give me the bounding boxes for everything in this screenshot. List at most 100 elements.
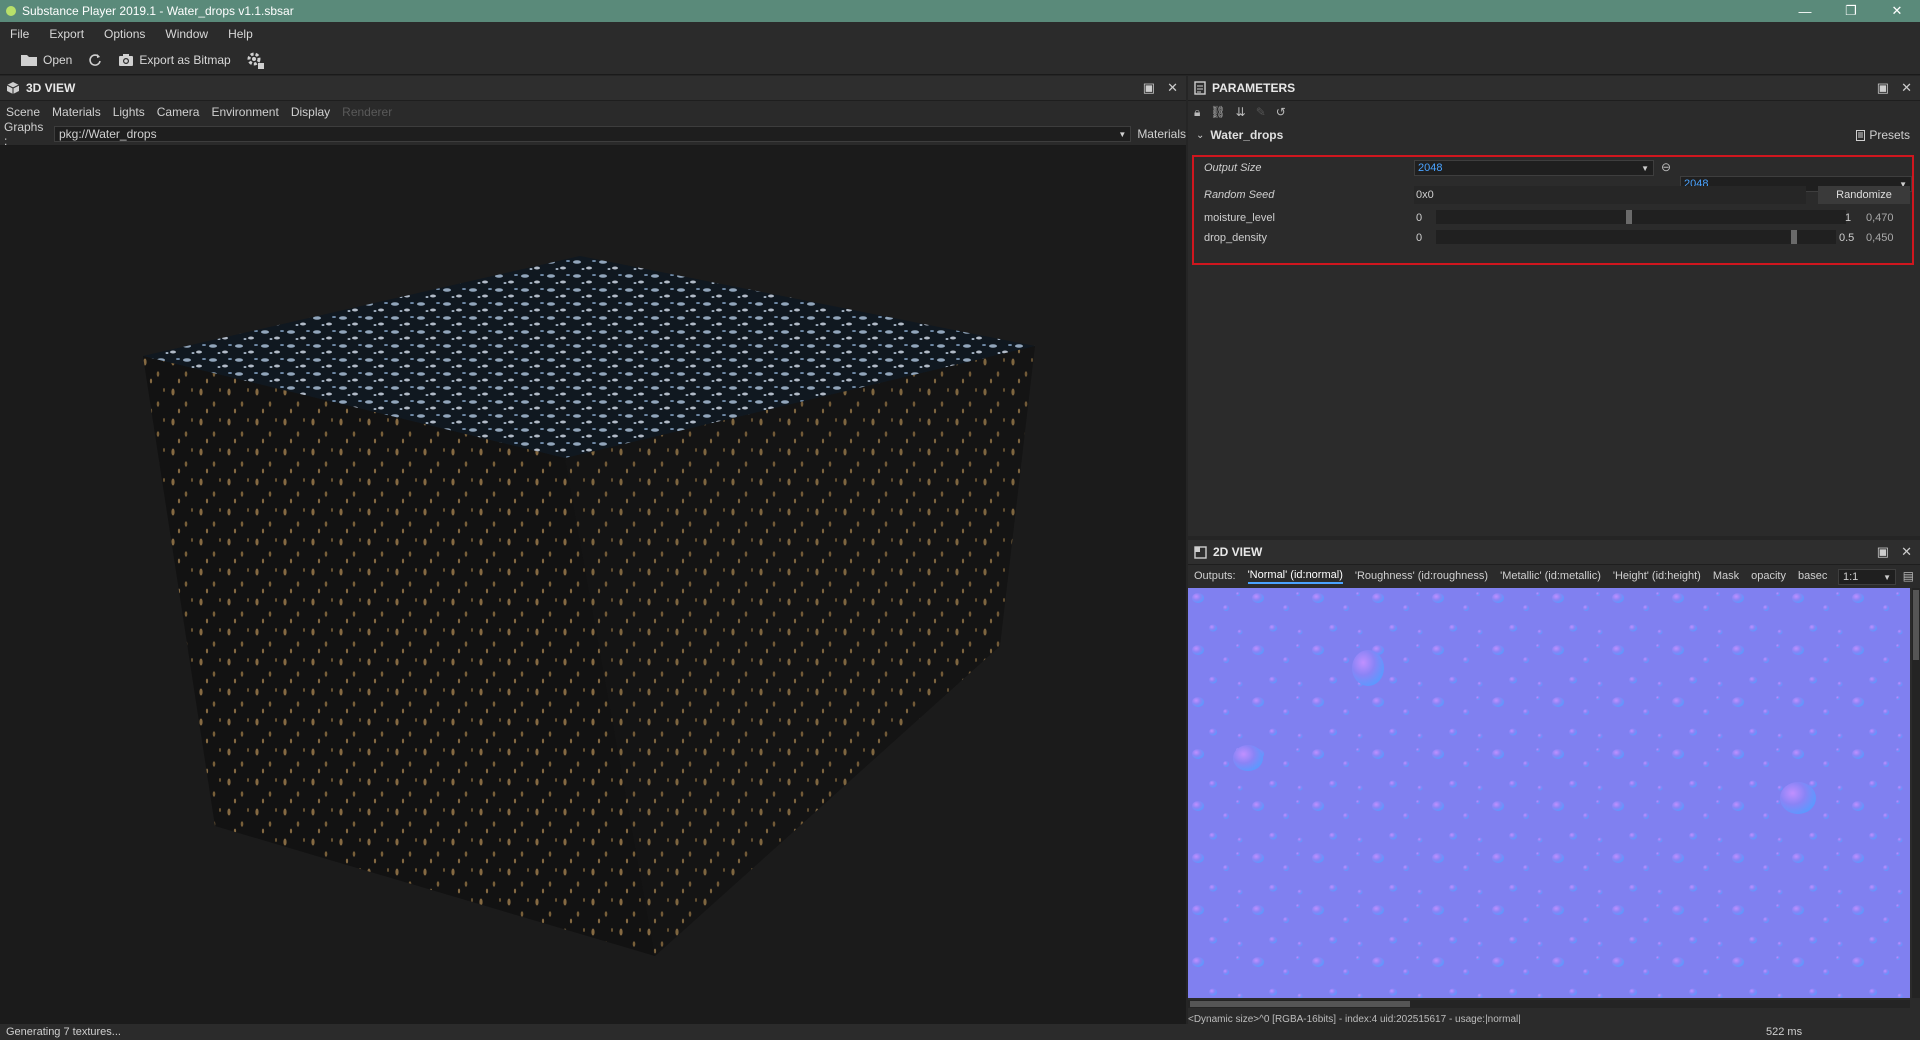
graphs-label: Graphs :: [4, 120, 44, 148]
2d-view-panel: 2D VIEW ▣ ✕ Outputs: 'Normal' (id:normal…: [1188, 540, 1920, 1025]
3d-view-header: 3D VIEW ▣ ✕: [0, 76, 1186, 101]
minimize-button[interactable]: —: [1782, 0, 1828, 22]
cube-icon: [6, 82, 20, 94]
tab-lights[interactable]: Lights: [113, 105, 145, 119]
slider-handle[interactable]: [1625, 210, 1632, 224]
reload-button[interactable]: [88, 53, 102, 67]
tab-renderer: Renderer: [342, 105, 393, 119]
zoom-value: 1:1: [1843, 571, 1859, 583]
tab-display[interactable]: Display: [291, 105, 330, 119]
2d-view-header: 2D VIEW ▣ ✕: [1188, 540, 1920, 565]
tab-output-metallic[interactable]: 'Metallic' (id:metallic): [1500, 570, 1601, 582]
drop-density-value[interactable]: 0,450: [1866, 232, 1894, 244]
float-panel-icon[interactable]: ▣: [1143, 80, 1155, 96]
output-width-select[interactable]: 2048 ▼: [1414, 160, 1654, 176]
random-seed-value: 0x0: [1416, 189, 1434, 201]
vertical-scrollbar[interactable]: [1912, 588, 1920, 998]
title-bar: Substance Player 2019.1 - Water_drops v1…: [0, 0, 1920, 22]
graph-select[interactable]: pkg://Water_drops ▼: [54, 126, 1132, 142]
camera-icon: [119, 54, 134, 66]
random-seed-label: Random Seed: [1204, 189, 1275, 201]
tab-environment[interactable]: Environment: [211, 105, 278, 119]
chevron-down-icon[interactable]: ⌄: [1196, 130, 1204, 141]
menu-window[interactable]: Window: [155, 27, 218, 41]
render-time: 522 ms: [1766, 1026, 1803, 1038]
maximize-button[interactable]: ❐: [1828, 0, 1874, 22]
lock-all-icon[interactable]: ⛓︎: [1210, 105, 1225, 119]
view-options-icon[interactable]: ▤: [1903, 569, 1914, 583]
3d-view-title: 3D VIEW: [26, 81, 76, 95]
close-icon[interactable]: ✕: [1167, 80, 1178, 96]
outputs-tabs: Outputs: 'Normal' (id:normal) 'Roughness…: [1188, 565, 1920, 587]
refresh-icon: [89, 54, 102, 66]
drop-density-min: 0: [1416, 232, 1423, 244]
moisture-level-row: moisture_level: [1204, 209, 1404, 227]
tab-output-height[interactable]: 'Height' (id:height): [1613, 570, 1701, 582]
tab-output-roughness[interactable]: 'Roughness' (id:roughness): [1355, 570, 1488, 582]
window-title: Substance Player 2019.1 - Water_drops v1…: [22, 4, 294, 18]
tab-output-mask[interactable]: Mask: [1713, 570, 1739, 582]
close-icon[interactable]: ✕: [1901, 80, 1912, 96]
outputs-label: Outputs:: [1194, 570, 1236, 582]
zoom-select[interactable]: 1:1 ▼: [1838, 569, 1896, 585]
tab-camera[interactable]: Camera: [157, 105, 200, 119]
close-icon[interactable]: ✕: [1901, 544, 1912, 560]
chevron-down-icon: ▼: [1118, 129, 1127, 139]
link-icon[interactable]: ⊖: [1661, 160, 1671, 174]
drop-density-slider[interactable]: [1436, 230, 1836, 244]
3d-viewport[interactable]: [0, 146, 1186, 1024]
parameters-icon-row: 🔒︎ ⛓︎ ⇊ ✎ ↺: [1188, 101, 1920, 123]
menu-help[interactable]: Help: [218, 27, 263, 41]
menu-bar: File Export Options Window Help: [0, 22, 1920, 46]
settings-button[interactable]: [245, 50, 265, 70]
parameters-header: PARAMETERS ▣ ✕: [1188, 76, 1920, 101]
2d-view-title: 2D VIEW: [1213, 545, 1263, 559]
tab-materials[interactable]: Materials: [52, 105, 101, 119]
moisture-level-label: moisture_level: [1204, 212, 1275, 224]
drop-density-row: drop_density: [1204, 229, 1404, 247]
open-label: Open: [43, 53, 73, 67]
document-icon: [1194, 81, 1206, 95]
water-drops-cube: [143, 256, 1035, 956]
status-bar: Generating 7 textures... 522 ms: [0, 1024, 1920, 1040]
presets-button[interactable]: Presets: [1856, 128, 1910, 142]
moisture-level-value[interactable]: 0,470: [1866, 212, 1894, 224]
normal-map-preview[interactable]: [1188, 588, 1910, 998]
random-seed-field[interactable]: 0x0: [1414, 186, 1806, 204]
randomize-label: Randomize: [1836, 189, 1892, 201]
horizontal-scrollbar[interactable]: [1188, 1000, 1910, 1008]
output-size-label: Output Size: [1204, 162, 1262, 174]
open-button[interactable]: Open: [20, 53, 72, 67]
image-icon: [1194, 545, 1207, 559]
randomize-button[interactable]: Randomize: [1818, 186, 1910, 204]
tab-output-opacity[interactable]: opacity: [1751, 570, 1786, 582]
moisture-level-min: 0: [1416, 212, 1423, 224]
menu-options[interactable]: Options: [94, 27, 155, 41]
tab-scene[interactable]: Scene: [6, 105, 40, 119]
filter-icon[interactable]: ⇊: [1236, 105, 1246, 119]
normal-map-drops: [1188, 588, 1910, 998]
slider-handle[interactable]: [1790, 230, 1797, 244]
float-panel-icon[interactable]: ▣: [1877, 544, 1889, 560]
tab-output-normal[interactable]: 'Normal' (id:normal): [1247, 569, 1343, 584]
graphs-row: Graphs : pkg://Water_drops ▼ Materials: [0, 120, 1186, 148]
close-window-button[interactable]: ✕: [1874, 0, 1920, 22]
presets-label: Presets: [1869, 128, 1910, 142]
menu-file[interactable]: File: [0, 27, 39, 41]
random-seed-row: Random Seed: [1204, 186, 1404, 204]
gear-icon: [247, 52, 264, 69]
group-header[interactable]: ⌄ Water_drops Presets: [1188, 123, 1920, 147]
3d-view-panel: 3D VIEW ▣ ✕ Scene Materials Lights Camer…: [0, 76, 1186, 1024]
folder-icon: [21, 55, 37, 66]
group-name: Water_drops: [1210, 128, 1284, 142]
moisture-level-max: 1: [1845, 212, 1852, 224]
moisture-level-slider[interactable]: [1436, 210, 1846, 224]
export-bitmap-button[interactable]: Export as Bitmap: [118, 53, 231, 67]
float-panel-icon[interactable]: ▣: [1877, 80, 1889, 96]
materials-link[interactable]: Materials: [1137, 127, 1186, 141]
parameters-panel: PARAMETERS ▣ ✕ 🔒︎ ⛓︎ ⇊ ✎ ↺ ⌄ Water_drops…: [1188, 76, 1920, 536]
reset-icon[interactable]: ↺: [1276, 105, 1286, 119]
menu-export[interactable]: Export: [39, 27, 94, 41]
lock-icon[interactable]: 🔒︎: [1194, 105, 1200, 120]
tab-output-basecolor[interactable]: basec: [1798, 570, 1827, 582]
